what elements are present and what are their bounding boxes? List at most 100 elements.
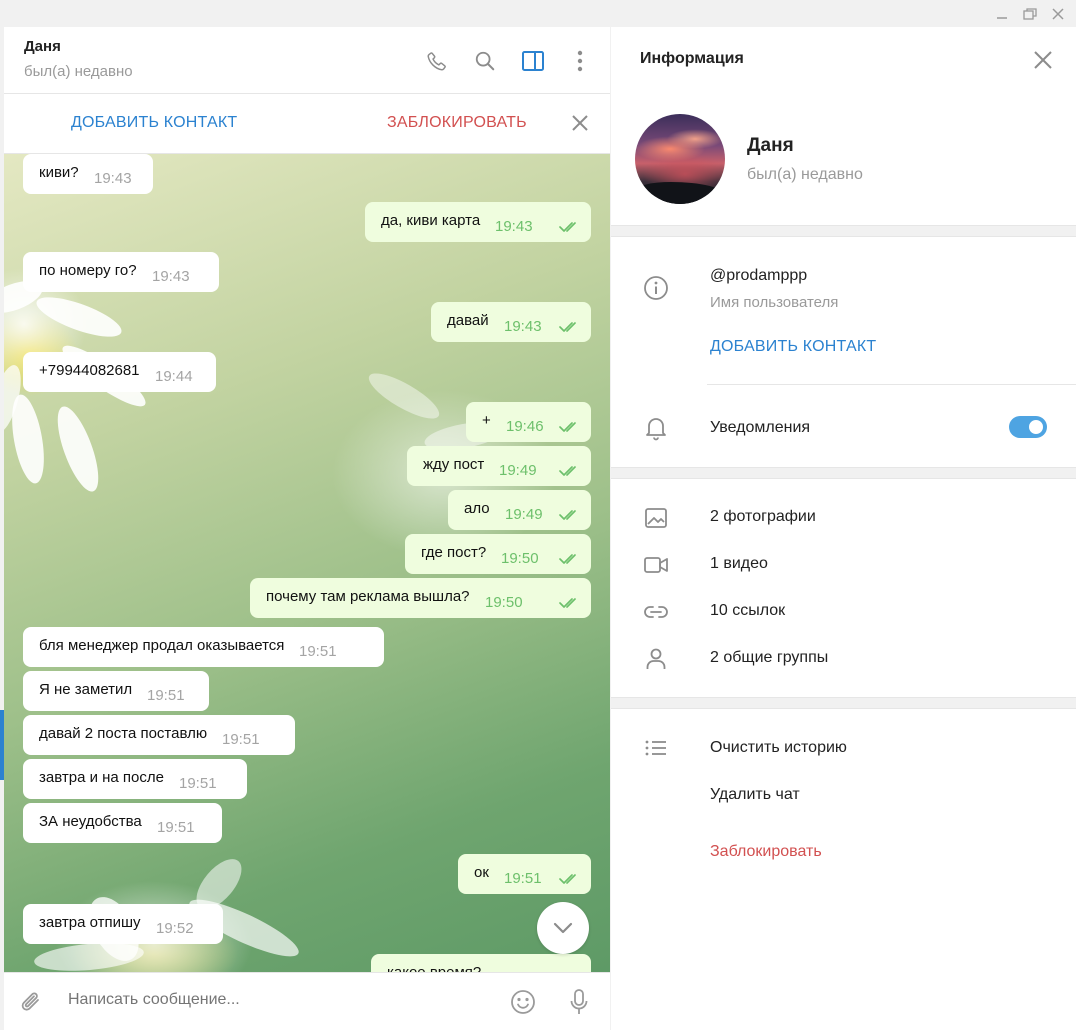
chat-header: Даня был(а) недавно xyxy=(4,27,610,94)
avatar[interactable] xyxy=(635,114,725,204)
message-text: завтра отпишу xyxy=(39,914,141,931)
info-panel: Информация Даня был(а) недавно @prodampp… xyxy=(611,27,1076,1030)
incoming-message[interactable]: завтра отпишу 19:52 xyxy=(23,904,223,944)
message-list[interactable]: киви? 19:43 да, киви карта 19:43 по номеру г… xyxy=(4,154,610,972)
divider xyxy=(707,384,1076,385)
section-divider xyxy=(611,697,1076,709)
incoming-message[interactable]: давай 2 поста поставлю 19:51 xyxy=(23,715,295,755)
chat-title[interactable]: Даня xyxy=(24,38,61,55)
read-receipt-icon xyxy=(559,508,581,520)
outgoing-message[interactable]: какое время? xyxy=(371,954,591,972)
notifications-toggle[interactable] xyxy=(1009,416,1047,438)
window-titlebar xyxy=(0,0,1076,27)
attach-icon[interactable] xyxy=(16,987,46,1017)
message-time: 19:44 xyxy=(155,368,193,385)
microphone-icon[interactable] xyxy=(564,987,594,1017)
info-icon xyxy=(642,274,670,302)
phone-icon[interactable] xyxy=(423,47,451,75)
block-user-button[interactable]: Заблокировать xyxy=(710,843,822,861)
clear-history-button[interactable]: Очистить историю xyxy=(710,739,847,757)
message-text: киви? xyxy=(39,164,79,181)
active-chat-indicator xyxy=(0,710,4,780)
read-receipt-icon xyxy=(559,464,581,476)
close-icon[interactable] xyxy=(569,112,591,134)
delete-chat-button[interactable]: Удалить чат xyxy=(710,786,800,804)
message-time: 19:43 xyxy=(495,218,533,235)
message-text: какое время? xyxy=(387,964,481,972)
maximize-icon[interactable] xyxy=(1017,3,1043,25)
outgoing-message[interactable]: давай 19:43 xyxy=(431,302,591,342)
outgoing-message[interactable]: ало 19:49 xyxy=(448,490,591,530)
block-button[interactable]: ЗАБЛОКИРОВАТЬ xyxy=(387,114,527,132)
video-icon xyxy=(642,551,670,579)
info-title: Информация xyxy=(640,50,744,67)
shared-media-item[interactable]: 1 видео xyxy=(710,555,768,573)
shared-media-item[interactable]: 10 ссылок xyxy=(710,602,785,620)
outgoing-message[interactable]: где пост? 19:50 xyxy=(405,534,591,574)
outgoing-message[interactable]: +19:46 xyxy=(466,402,591,442)
add-contact-button[interactable]: ДОБАВИТЬ КОНТАКТ xyxy=(71,114,237,132)
message-time: 19:43 xyxy=(94,170,132,187)
username-label: Имя пользователя xyxy=(710,294,839,311)
toggle-knob xyxy=(1027,418,1045,436)
add-contact-link[interactable]: ДОБАВИТЬ КОНТАКТ xyxy=(710,338,876,356)
background-petal xyxy=(32,289,126,345)
minimize-icon[interactable] xyxy=(989,3,1015,25)
close-window-icon[interactable] xyxy=(1045,3,1071,25)
avatar-landscape xyxy=(635,182,725,204)
message-text: давай xyxy=(447,312,489,329)
read-receipt-icon xyxy=(559,552,581,564)
section-divider xyxy=(611,467,1076,479)
message-text: ало xyxy=(464,500,490,517)
incoming-message[interactable]: киви? 19:43 xyxy=(23,154,153,194)
profile-status: был(а) недавно xyxy=(747,166,863,183)
message-text: +79944082681 xyxy=(39,362,140,379)
shared-media-item[interactable]: 2 фотографии xyxy=(710,508,816,526)
shared-media-item[interactable]: 2 общие группы xyxy=(710,649,828,667)
contact-action-bar: ДОБАВИТЬ КОНТАКТ ЗАБЛОКИРОВАТЬ xyxy=(4,94,610,154)
close-info-icon[interactable] xyxy=(1032,49,1054,71)
notifications-label: Уведомления xyxy=(710,419,811,436)
scroll-down-button[interactable] xyxy=(537,902,589,954)
message-text: по номеру го? xyxy=(39,262,137,279)
incoming-message[interactable]: бля менеджер продал оказывается 19:51 xyxy=(23,627,384,667)
read-receipt-icon xyxy=(559,420,581,432)
message-time: 19:51 xyxy=(222,731,260,748)
message-time: 19:51 xyxy=(147,687,185,704)
message-time: 19:51 xyxy=(157,819,195,836)
message-time: 19:52 xyxy=(156,920,194,937)
outgoing-message[interactable]: почему там реклама вышла? 19:50 xyxy=(250,578,591,618)
emoji-icon[interactable] xyxy=(508,987,538,1017)
incoming-message[interactable]: +79944082681 19:44 xyxy=(23,352,216,392)
incoming-message[interactable]: ЗА неудобства 19:51 xyxy=(23,803,222,843)
message-input[interactable] xyxy=(68,991,488,1009)
message-text: бля менеджер продал оказывается xyxy=(39,637,285,654)
message-text: завтра и на после xyxy=(39,769,164,786)
sidebar-toggle-icon[interactable] xyxy=(519,47,547,75)
message-composer xyxy=(4,972,610,1030)
message-time: 19:43 xyxy=(152,268,190,285)
message-text: жду пост xyxy=(423,456,485,473)
outgoing-message[interactable]: да, киви карта 19:43 xyxy=(365,202,591,242)
message-time: 19:50 xyxy=(485,594,523,611)
message-time: 19:49 xyxy=(505,506,543,523)
chat-panel: Даня был(а) недавно ДОБАВИТЬ КОНТАКТ ЗАБ… xyxy=(4,27,610,1030)
message-text: да, киви карта xyxy=(381,212,481,229)
link-icon xyxy=(642,598,670,626)
message-text: ЗА неудобства xyxy=(39,813,142,830)
list-icon xyxy=(642,734,670,762)
outgoing-message[interactable]: жду пост 19:49 xyxy=(407,446,591,486)
message-text: Я не заметил xyxy=(39,681,133,698)
outgoing-message[interactable]: ок 19:51 xyxy=(458,854,591,894)
incoming-message[interactable]: Я не заметил 19:51 xyxy=(23,671,209,711)
search-icon[interactable] xyxy=(471,47,499,75)
username-value[interactable]: @prodamppp xyxy=(710,267,807,285)
incoming-message[interactable]: завтра и на после 19:51 xyxy=(23,759,247,799)
more-icon[interactable] xyxy=(566,47,594,75)
background-petal xyxy=(33,939,145,972)
read-receipt-icon xyxy=(559,220,581,232)
incoming-message[interactable]: по номеру го? 19:43 xyxy=(23,252,219,292)
message-time: 19:51 xyxy=(299,643,337,660)
message-text: давай 2 поста поставлю xyxy=(39,725,208,742)
section-divider xyxy=(611,225,1076,237)
